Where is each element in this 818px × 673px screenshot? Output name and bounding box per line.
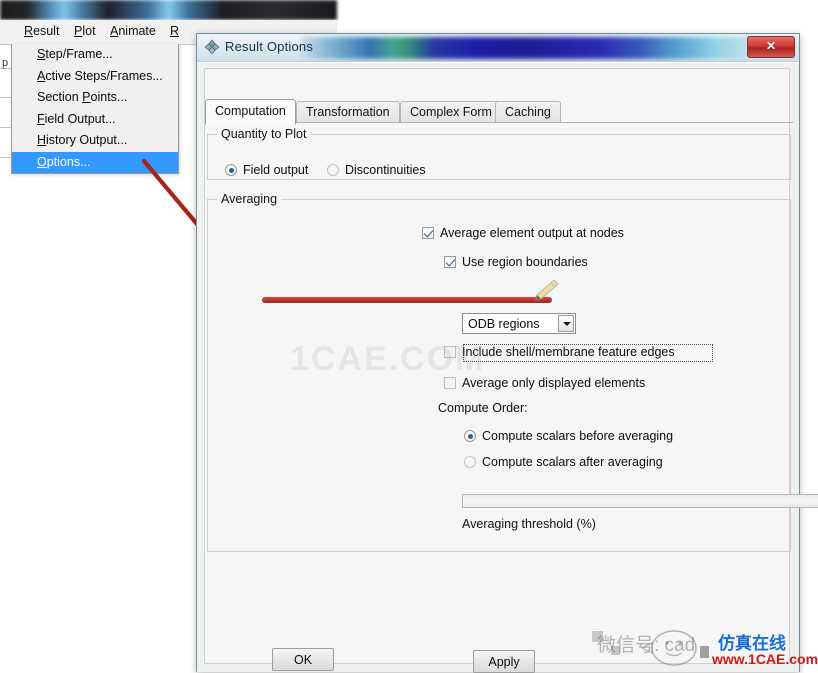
app-title-strip-blurred — [0, 0, 337, 20]
pencil-icon — [535, 279, 559, 301]
checkbox-average-element-output-indicator — [422, 227, 434, 239]
menu-item-history-output[interactable]: History Output... — [12, 130, 178, 152]
menubar-item-animate[interactable]: Animate — [110, 24, 156, 38]
quantity-to-plot-title: Quantity to Plot — [217, 127, 311, 141]
radio-discontinuities-label: Discontinuities — [345, 163, 426, 177]
radio-compute-before-averaging[interactable]: Compute scalars before averaging — [464, 429, 673, 443]
checkbox-average-only-displayed-label: Average only displayed elements — [462, 376, 646, 390]
checkbox-use-region-boundaries-indicator — [444, 256, 456, 268]
radio-compute-before-averaging-label: Compute scalars before averaging — [482, 429, 674, 443]
checkbox-average-element-output-label: Average element output at nodes — [440, 226, 624, 240]
ok-button[interactable]: OK — [272, 648, 334, 671]
menubar-item-plot[interactable]: Plot — [74, 24, 96, 38]
dialog-titlebar[interactable]: Result Options ✕ — [197, 34, 799, 62]
checkbox-include-feature-edges-label: Include shell/membrane feature edges — [462, 345, 675, 359]
tab-complex-form[interactable]: Complex Form — [400, 101, 502, 123]
radio-discontinuities[interactable]: Discontinuities — [327, 163, 426, 177]
chevron-down-icon[interactable] — [558, 315, 574, 332]
checkbox-use-region-boundaries[interactable]: Use region boundaries — [444, 255, 588, 269]
tab-transformation[interactable]: Transformation — [296, 101, 400, 123]
region-type-combobox[interactable]: ODB regions — [462, 313, 576, 334]
radio-compute-after-averaging[interactable]: Compute scalars after averaging — [464, 455, 663, 469]
tab-caching[interactable]: Caching — [495, 101, 561, 123]
radio-compute-before-averaging-indicator — [464, 430, 476, 442]
menubar-item-report[interactable]: R — [170, 24, 179, 38]
radio-compute-after-averaging-indicator — [464, 456, 476, 468]
tab-computation[interactable]: Computation — [205, 99, 296, 125]
radio-discontinuities-indicator — [327, 164, 339, 176]
abaqus-diamond-icon — [204, 39, 220, 55]
compute-order-label: Compute Order: — [438, 401, 528, 415]
result-options-dialog: Result Options ✕ Computation Transformat… — [196, 33, 818, 672]
region-type-combobox-value: ODB regions — [468, 317, 540, 331]
radio-field-output-indicator — [225, 164, 237, 176]
checkbox-average-element-output[interactable]: Average element output at nodes — [422, 226, 624, 240]
checkbox-average-only-displayed[interactable]: Average only displayed elements — [444, 376, 645, 390]
dialog-client-area: Computation Transformation Complex Form … — [197, 62, 818, 672]
apply-button[interactable]: Apply — [473, 650, 535, 673]
checkbox-include-feature-edges-indicator — [444, 346, 456, 358]
menu-item-active-steps-frames[interactable]: Active Steps/Frames... — [12, 66, 178, 88]
averaging-threshold-label: Averaging threshold (%) — [462, 517, 596, 531]
menu-item-options[interactable]: Options... — [12, 151, 178, 173]
radio-field-output-label: Field output — [243, 163, 309, 177]
menu-item-section-points[interactable]: Section Points... — [12, 87, 178, 109]
averaging-threshold-slider[interactable] — [462, 494, 818, 508]
left-panel-label: p — [2, 57, 9, 69]
annotation-highlight-bar — [262, 297, 552, 303]
radio-compute-after-averaging-label: Compute scalars after averaging — [482, 455, 663, 469]
tabstrip[interactable]: Computation Transformation Complex Form … — [205, 99, 793, 125]
titlebar-glass-blur — [301, 37, 761, 59]
result-dropdown-menu[interactable]: Step/Frame... Active Steps/Frames... Sec… — [11, 44, 179, 174]
menubar-item-result[interactable]: RResultesult — [24, 24, 59, 38]
averaging-title: Averaging — [217, 192, 282, 206]
radio-field-output[interactable]: Field output — [225, 163, 308, 177]
dialog-title: Result Options — [225, 39, 314, 54]
checkbox-average-only-displayed-indicator — [444, 377, 456, 389]
menu-item-field-output[interactable]: Field Output... — [12, 109, 178, 131]
menu-item-step-frame[interactable]: Step/Frame... — [12, 44, 178, 66]
checkbox-use-region-boundaries-label: Use region boundaries — [462, 255, 588, 269]
close-icon[interactable]: ✕ — [747, 36, 795, 58]
checkbox-include-feature-edges[interactable]: Include shell/membrane feature edges — [444, 345, 675, 359]
